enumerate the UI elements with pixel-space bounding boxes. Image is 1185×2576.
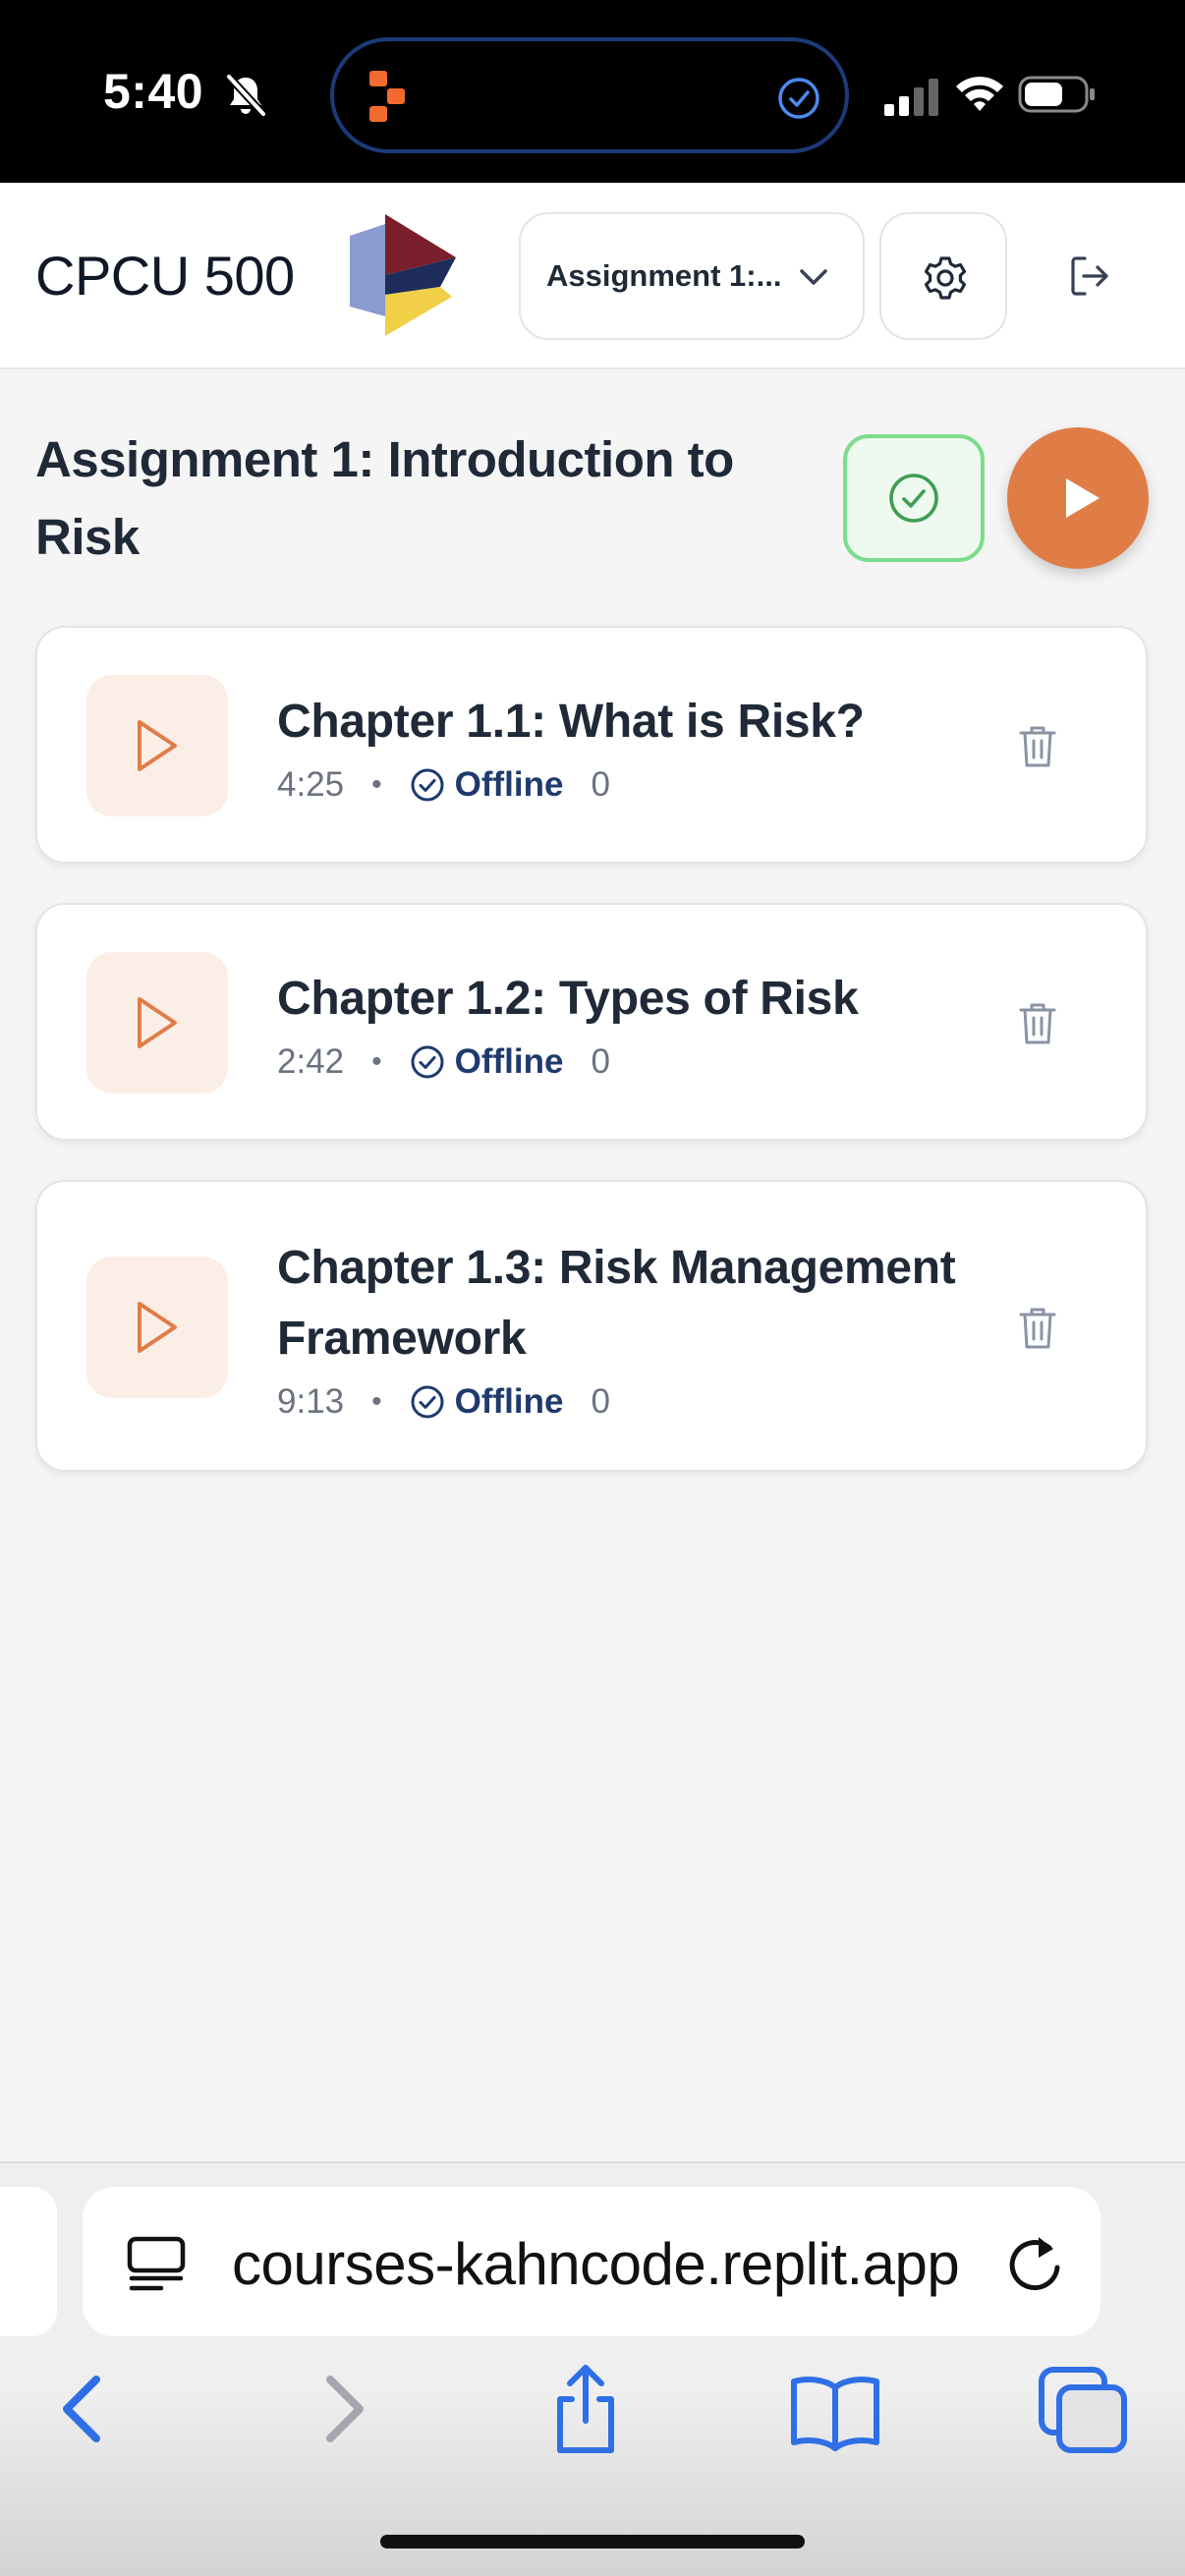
back-icon bbox=[63, 2376, 100, 2442]
offline-check-icon bbox=[411, 1045, 444, 1079]
chapter-duration: 9:13 bbox=[277, 1382, 345, 1421]
settings-button[interactable] bbox=[879, 212, 1007, 340]
offline-check-icon bbox=[411, 1385, 444, 1419]
chapter-count: 0 bbox=[591, 765, 610, 804]
chapter-duration: 2:42 bbox=[277, 1042, 345, 1081]
back-button[interactable] bbox=[35, 2360, 134, 2458]
battery-icon bbox=[1018, 76, 1095, 113]
trash-icon[interactable] bbox=[1018, 1306, 1057, 1351]
trash-icon[interactable] bbox=[1018, 724, 1057, 769]
offline-status: Offline bbox=[454, 1382, 564, 1421]
app-icon bbox=[369, 71, 405, 122]
reload-icon[interactable] bbox=[1006, 2234, 1065, 2295]
chapter-meta: 2:42 • Offline 0 bbox=[277, 1035, 1024, 1090]
home-indicator[interactable] bbox=[380, 2535, 805, 2548]
chevron-down-icon bbox=[800, 269, 827, 285]
chapter-title: Chapter 1.3: Risk Management Framework bbox=[277, 1242, 956, 1365]
share-button[interactable] bbox=[536, 2360, 635, 2458]
offline-status: Offline bbox=[454, 765, 564, 804]
offline-status: Offline bbox=[454, 1042, 564, 1081]
previous-tab[interactable] bbox=[0, 2187, 57, 2336]
gear-icon bbox=[924, 256, 967, 300]
status-bar: 5:40 bbox=[0, 0, 1185, 183]
play-outline-icon bbox=[138, 997, 177, 1048]
bookmarks-button[interactable] bbox=[786, 2360, 884, 2458]
play-icon bbox=[1066, 478, 1100, 518]
address-bar[interactable]: courses-kahncode.replit.app bbox=[83, 2187, 1100, 2336]
app-title: CPCU 500 bbox=[35, 245, 295, 307]
assignment-select[interactable]: Assignment 1:... bbox=[519, 212, 865, 340]
play-all-button[interactable] bbox=[1007, 427, 1149, 569]
forward-button[interactable] bbox=[291, 2360, 389, 2458]
mark-complete-button[interactable] bbox=[843, 434, 985, 562]
bookmarks-icon bbox=[791, 2377, 879, 2451]
chapter-meta: 9:13 • Offline 0 bbox=[277, 1374, 1024, 1429]
assignment-select-label: Assignment 1:... bbox=[546, 258, 782, 293]
tabs-icon bbox=[1039, 2367, 1127, 2453]
chapter-play-button[interactable] bbox=[86, 675, 228, 816]
chapter-card[interactable]: Chapter 1.1: What is Risk? 4:25 • Offlin… bbox=[35, 626, 1148, 864]
check-circle-icon bbox=[889, 474, 938, 523]
chapter-info: Chapter 1.3: Risk Management Framework 9… bbox=[277, 1233, 1024, 1429]
url-text: courses-kahncode.replit.app bbox=[232, 2230, 1047, 2299]
bell-slash-icon bbox=[226, 74, 266, 117]
app-header: CPCU 500 Assignment 1:... bbox=[0, 183, 1185, 369]
chapter-card[interactable]: Chapter 1.3: Risk Management Framework 9… bbox=[35, 1180, 1148, 1472]
chapter-title: Chapter 1.1: What is Risk? bbox=[277, 696, 865, 748]
url-value: courses-kahncode.replit.app bbox=[232, 2231, 960, 2297]
trash-icon[interactable] bbox=[1018, 1001, 1057, 1046]
chapter-title: Chapter 1.2: Types of Risk bbox=[277, 973, 859, 1025]
chapter-info: Chapter 1.1: What is Risk? 4:25 • Offlin… bbox=[277, 687, 1024, 812]
tabs-button[interactable] bbox=[1034, 2360, 1132, 2458]
page-menu-icon[interactable] bbox=[126, 2236, 187, 2291]
chapter-play-button[interactable] bbox=[86, 1257, 228, 1398]
play-outline-icon bbox=[138, 720, 177, 771]
browser-toolbar: courses-kahncode.replit.app bbox=[0, 2161, 1185, 2576]
meta-separator: • bbox=[371, 768, 382, 801]
chapter-count: 0 bbox=[591, 1382, 610, 1421]
chapter-card[interactable]: Chapter 1.2: Types of Risk 2:42 • Offlin… bbox=[35, 903, 1148, 1141]
signal-icon bbox=[884, 79, 938, 116]
chapter-duration: 4:25 bbox=[277, 765, 345, 804]
wifi-icon bbox=[956, 77, 1003, 111]
chapter-count: 0 bbox=[591, 1042, 610, 1081]
meta-separator: • bbox=[371, 1045, 382, 1078]
play-outline-icon bbox=[138, 1302, 177, 1353]
page-title: Assignment 1: Introduction to Risk bbox=[35, 431, 734, 565]
logo-icon bbox=[350, 214, 456, 336]
check-circle-icon bbox=[778, 78, 819, 119]
offline-check-icon bbox=[411, 768, 444, 802]
chapter-info: Chapter 1.2: Types of Risk 2:42 • Offlin… bbox=[277, 964, 1024, 1090]
meta-separator: • bbox=[371, 1385, 382, 1418]
forward-icon bbox=[326, 2376, 364, 2442]
chapter-play-button[interactable] bbox=[86, 952, 228, 1093]
logout-icon bbox=[1071, 256, 1108, 296]
chapter-meta: 4:25 • Offline 0 bbox=[277, 757, 1024, 812]
logout-button[interactable] bbox=[1045, 232, 1134, 320]
share-icon bbox=[557, 2365, 614, 2453]
status-time: 5:40 bbox=[103, 64, 204, 119]
dynamic-island bbox=[330, 37, 849, 153]
